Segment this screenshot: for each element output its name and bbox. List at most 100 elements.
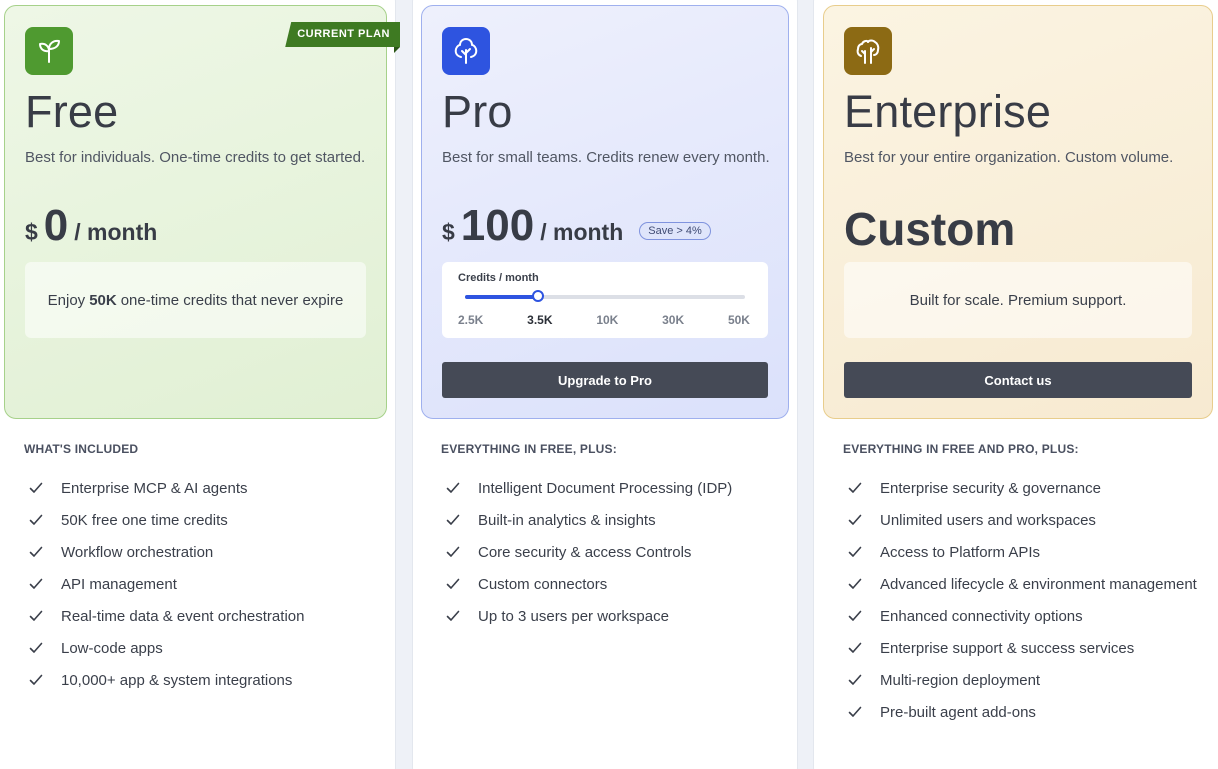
plan-price: $ 100 / month Save > 4% xyxy=(442,201,711,251)
slider-tick-label[interactable]: 2.5K xyxy=(458,313,483,327)
feature-label: Unlimited users and workspaces xyxy=(880,511,1096,529)
feature-label: Core security & access Controls xyxy=(478,543,692,561)
plan-name: Free xyxy=(25,86,119,137)
scale-info-box: Built for scale. Premium support. xyxy=(844,262,1192,338)
feature-label: 50K free one time credits xyxy=(61,511,228,529)
feature-item: Advanced lifecycle & environment managem… xyxy=(843,568,1197,600)
slider-fill xyxy=(465,295,538,299)
slider-title: Credits / month xyxy=(458,272,539,284)
feature-label: Low-code apps xyxy=(61,639,163,657)
check-icon xyxy=(848,546,862,557)
forest-icon xyxy=(844,27,892,75)
enterprise-features-list: Enterprise security & governance Unlimite… xyxy=(843,472,1197,728)
feature-label: Multi-region deployment xyxy=(880,671,1041,689)
feature-label: Enhanced connectivity options xyxy=(880,607,1083,625)
check-icon xyxy=(29,610,43,621)
info-text: Built for scale. Premium support. xyxy=(909,291,1127,309)
check-icon xyxy=(446,482,460,493)
feature-item: Real-time data & event orchestration xyxy=(24,600,304,632)
feature-item: Workflow orchestration xyxy=(24,536,304,568)
check-icon xyxy=(29,578,43,589)
slider-tick-label[interactable]: 3.5K xyxy=(527,313,552,327)
check-icon xyxy=(29,514,43,525)
free-plan-card: CURRENT PLAN Free Best for individuals. … xyxy=(4,5,400,419)
check-icon xyxy=(29,546,43,557)
feature-item: Enhanced connectivity options xyxy=(843,600,1197,632)
check-icon xyxy=(29,674,43,685)
pro-plan-card: Pro Best for small teams. Credits renew … xyxy=(421,5,789,419)
save-badge: Save > 4% xyxy=(639,222,711,240)
feature-item: Intelligent Document Processing (IDP) xyxy=(441,472,732,504)
feature-item: Core security & access Controls xyxy=(441,536,732,568)
check-icon xyxy=(848,674,862,685)
slider-tick-label[interactable]: 50K xyxy=(728,313,750,327)
sprout-icon xyxy=(25,27,73,75)
feature-label: 10,000+ app & system integrations xyxy=(61,671,293,689)
price-currency: $ xyxy=(442,219,455,245)
feature-label: Intelligent Document Processing (IDP) xyxy=(478,479,733,497)
price-currency: $ xyxy=(25,219,38,245)
feature-label: Pre-built agent add-ons xyxy=(880,703,1036,721)
feature-label: Custom connectors xyxy=(478,575,608,593)
info-text: one-time credits that never expire xyxy=(120,291,344,309)
check-icon xyxy=(446,546,460,557)
feature-item: Multi-region deployment xyxy=(843,664,1197,696)
upgrade-to-pro-button[interactable]: Upgrade to Pro xyxy=(442,362,768,398)
check-icon xyxy=(446,610,460,621)
feature-item: Built-in analytics & insights xyxy=(441,504,732,536)
feature-label: Enterprise MCP & AI agents xyxy=(61,479,248,497)
feature-item: Pre-built agent add-ons xyxy=(843,696,1197,728)
current-plan-badge: CURRENT PLAN xyxy=(285,22,400,47)
feature-item: Low-code apps xyxy=(24,632,304,664)
plan-name: Pro xyxy=(442,86,513,137)
feature-label: Enterprise support & success services xyxy=(880,639,1135,657)
slider-thumb[interactable] xyxy=(531,290,544,302)
check-icon xyxy=(848,514,862,525)
contact-us-button[interactable]: Contact us xyxy=(844,362,1192,398)
plan-description: Best for individuals. One-time credits t… xyxy=(25,149,366,166)
price-period: / month xyxy=(540,219,624,245)
feature-label: Advanced lifecycle & environment managem… xyxy=(880,575,1197,593)
credits-slider-box: Credits / month 2.5K 3.5K 10K 30K 50K xyxy=(442,262,768,338)
feature-item: Enterprise support & success services xyxy=(843,632,1197,664)
credits-info-box: Enjoy 50K one-time credits that never ex… xyxy=(25,262,366,338)
tree-icon xyxy=(442,27,490,75)
ribbon-fold xyxy=(394,47,400,53)
pro-features-list: Intelligent Document Processing (IDP) Bui… xyxy=(441,472,732,632)
credits-slider[interactable] xyxy=(465,290,745,302)
plan-price: $ 0 / month xyxy=(25,201,157,251)
custom-price: Custom xyxy=(844,203,1016,255)
feature-item: API management xyxy=(24,568,304,600)
feature-item: Enterprise MCP & AI agents xyxy=(24,472,304,504)
price-period: / month xyxy=(74,219,158,245)
plan-name: Enterprise xyxy=(844,86,1052,137)
slider-tick-label[interactable]: 10K xyxy=(596,313,618,327)
enterprise-plan-card: Enterprise Best for your entire organiza… xyxy=(823,5,1213,419)
info-prefix: Enjoy xyxy=(47,291,86,309)
check-icon xyxy=(446,514,460,525)
feature-label: Up to 3 users per workspace xyxy=(478,607,669,625)
enterprise-features-heading: EVERYTHING IN FREE AND PRO, PLUS: xyxy=(843,442,1079,456)
feature-label: Real-time data & event orchestration xyxy=(61,607,305,625)
feature-label: Enterprise security & governance xyxy=(880,479,1101,497)
feature-label: Workflow orchestration xyxy=(61,543,214,561)
check-icon xyxy=(29,482,43,493)
info-credits: 50K xyxy=(89,291,117,309)
feature-item: 10,000+ app & system integrations xyxy=(24,664,304,696)
price-amount: 0 xyxy=(43,201,69,250)
feature-item: Up to 3 users per workspace xyxy=(441,600,732,632)
plan-description: Best for your entire organization. Custo… xyxy=(844,149,1174,166)
check-icon xyxy=(848,482,862,493)
check-icon xyxy=(848,642,862,653)
free-features-heading: WHAT'S INCLUDED xyxy=(24,442,139,456)
slider-ticks: 2.5K 3.5K 10K 30K 50K xyxy=(458,313,750,327)
feature-item: Access to Platform APIs xyxy=(843,536,1197,568)
check-icon xyxy=(848,706,862,717)
feature-item: Unlimited users and workspaces xyxy=(843,504,1197,536)
free-features-list: Enterprise MCP & AI agents 50K free one t… xyxy=(24,472,304,696)
feature-item: Custom connectors xyxy=(441,568,732,600)
feature-item: 50K free one time credits xyxy=(24,504,304,536)
slider-tick-label[interactable]: 30K xyxy=(662,313,684,327)
plan-description: Best for small teams. Credits renew ever… xyxy=(442,149,770,166)
price-amount: 100 xyxy=(460,201,535,250)
